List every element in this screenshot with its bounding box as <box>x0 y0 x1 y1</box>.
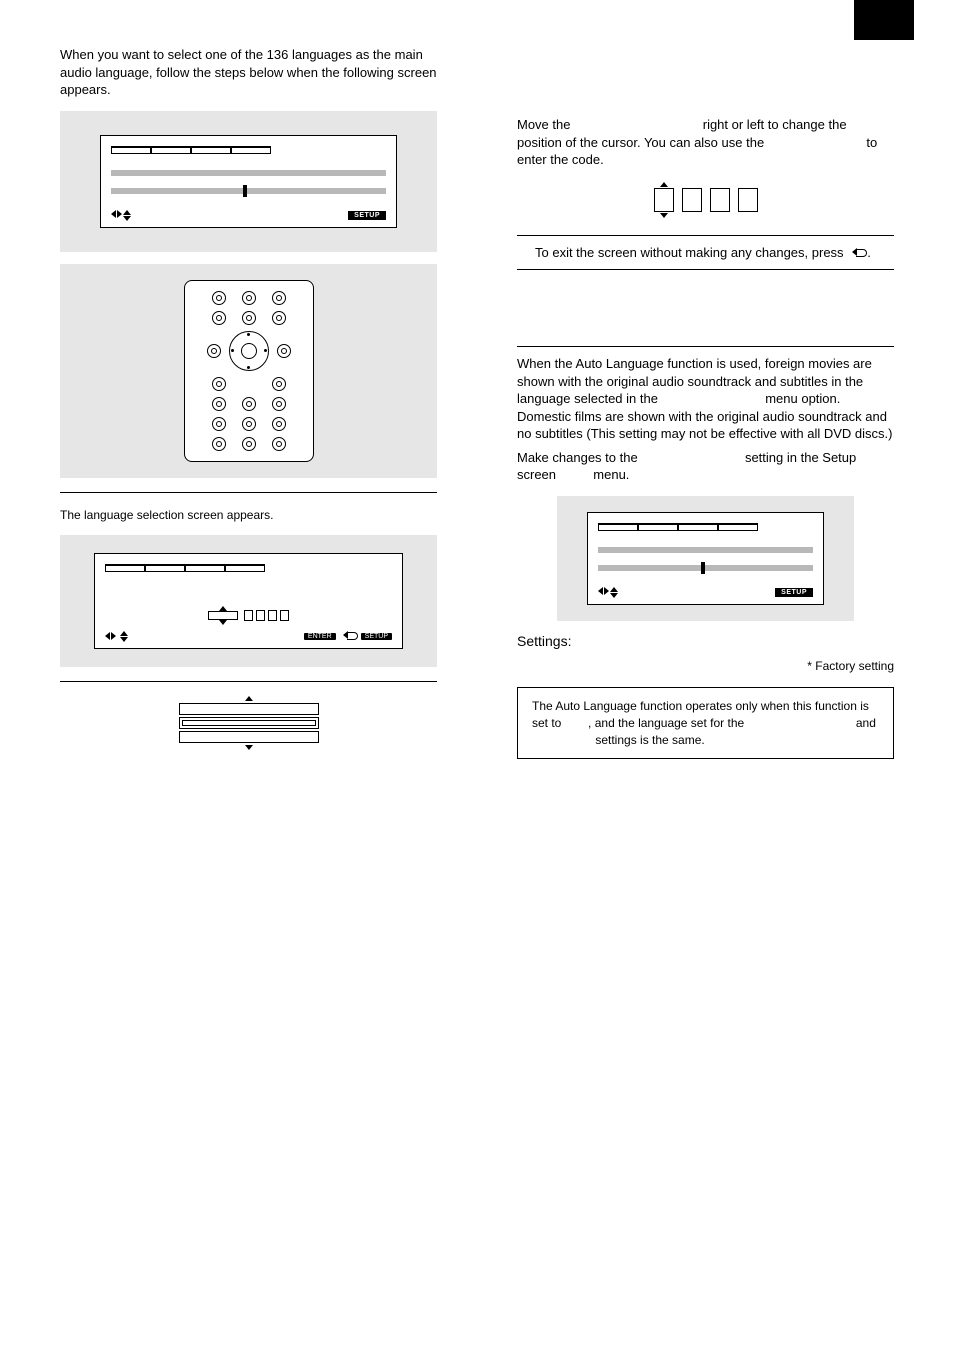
osd-screenshot-3: SETUP <box>557 496 854 621</box>
setup-badge: SETUP <box>775 588 813 597</box>
exit-instruction: To exit the screen without making any ch… <box>517 244 894 262</box>
intro-paragraph: When you want to select one of the 136 l… <box>60 46 437 99</box>
dpad-arrows-icon <box>105 632 116 640</box>
step-move-cursor: Move the right or left to change the pos… <box>517 116 894 169</box>
list-selector-illustration <box>60 696 437 750</box>
return-icon <box>344 631 358 641</box>
page-side-tab <box>854 0 914 40</box>
factory-setting-note: * Factory setting <box>517 659 894 673</box>
osd-screenshot-2: ENTER SETUP <box>60 535 437 667</box>
setup-badge: SETUP <box>348 211 386 220</box>
dpad-arrows-icon <box>111 210 131 221</box>
step-language-selection-appears: The language selection screen appears. <box>60 507 437 523</box>
settings-label: Settings: <box>517 633 894 649</box>
note-box: The Auto Language function operates only… <box>517 687 894 759</box>
return-icon <box>853 248 867 258</box>
auto-language-paragraph: When the Auto Language function is used,… <box>517 355 894 443</box>
osd-screenshot-1: SETUP <box>60 111 437 252</box>
make-changes-line: Make changes to the setting in the Setup… <box>517 449 894 484</box>
code-entry-illustration <box>517 181 894 219</box>
enter-key-badge: ENTER <box>304 633 336 640</box>
dpad-arrows-icon <box>598 587 618 598</box>
setup-key-badge: SETUP <box>361 633 392 640</box>
remote-illustration <box>60 264 437 478</box>
